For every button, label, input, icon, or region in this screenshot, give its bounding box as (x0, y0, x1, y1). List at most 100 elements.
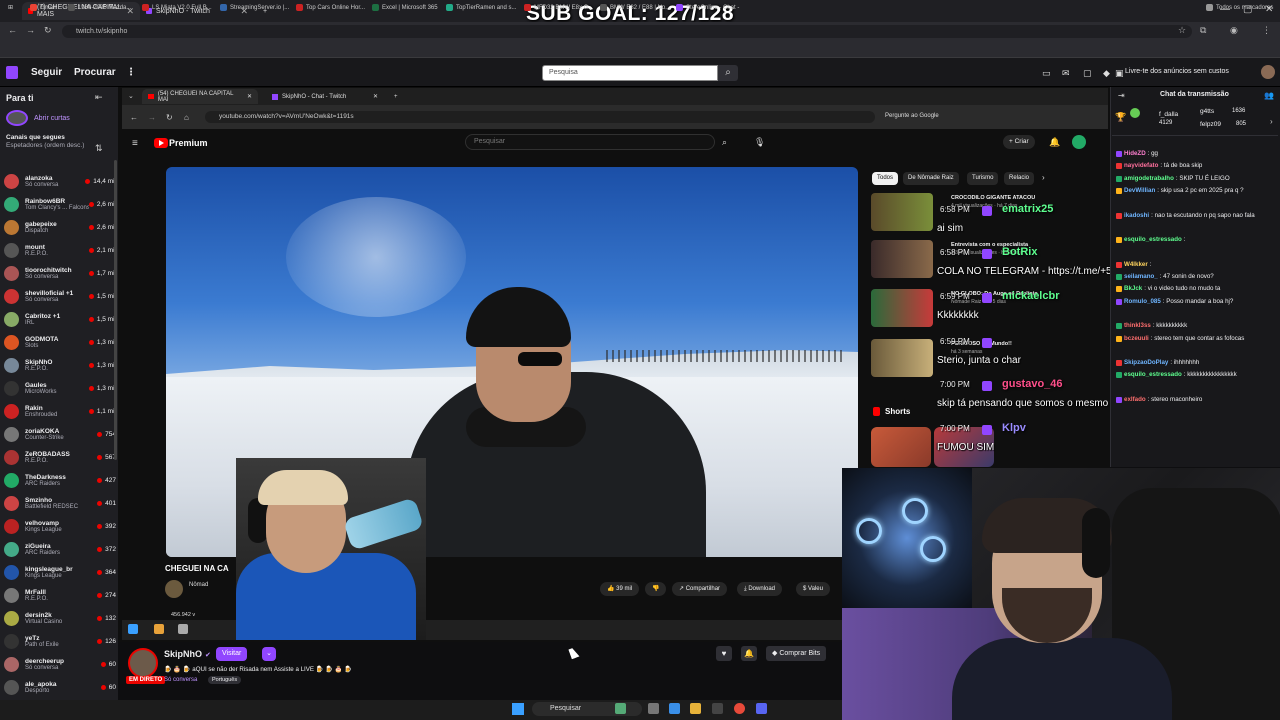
chat-username[interactable]: HideZD (1124, 148, 1146, 160)
twitch-logo-icon[interactable] (6, 66, 18, 79)
like-button[interactable]: 👍 39 mil (600, 582, 640, 596)
avatar[interactable] (128, 648, 158, 678)
chevron-right-icon[interactable]: › (1270, 117, 1273, 126)
chat-username[interactable]: seilamano_ (1124, 271, 1158, 283)
bookmark-item[interactable]: Top Cars Online Hor... (296, 4, 365, 11)
hamburger-menu-icon[interactable]: ≡ (132, 138, 138, 149)
gifter-name[interactable]: felpz09 (1200, 121, 1221, 128)
chip-channel[interactable]: De Nômade Raiz (903, 172, 959, 185)
buy-bits-button[interactable]: ◆ Comprar Bits (766, 646, 827, 661)
prime-icon[interactable]: ▣ (1115, 68, 1124, 79)
channel-name[interactable]: Nômad (189, 582, 208, 588)
share-button[interactable]: ↗ Compartilhar (672, 582, 728, 596)
inner-tab-youtube[interactable]: (54) CHEGUEI NA CAPITAL MAI ✕ (142, 89, 258, 104)
discord-icon[interactable] (756, 703, 767, 714)
sidebar-channel[interactable]: deercheerup Só conversa 60 (4, 653, 116, 676)
chat-username[interactable]: nayvidefato (1124, 160, 1158, 172)
new-tab-button[interactable]: + (388, 89, 404, 104)
menu-icon[interactable]: ⋮ (1262, 25, 1271, 36)
bookmark-item[interactable]: LS Miata V2.0 Full B... (142, 4, 212, 11)
users-icon[interactable]: 👥 (1264, 91, 1274, 100)
bell-icon[interactable]: 🔔 (741, 646, 757, 661)
collapse-chat-icon[interactable]: ⇥ (1118, 91, 1125, 100)
store-icon[interactable] (712, 703, 723, 714)
chat-username[interactable]: Romulo_085 (1124, 296, 1161, 308)
chip-all[interactable]: Todos (872, 172, 899, 185)
download-button[interactable]: ⤓ Download (737, 582, 783, 596)
bookmark-star-icon[interactable]: ☆ (1178, 25, 1186, 36)
dislike-button[interactable]: 👎 (645, 582, 667, 596)
inbox-icon[interactable]: ✉ (1062, 68, 1070, 79)
sidebar-channel[interactable]: Smzinho Battlefield REDSEC 401 (4, 492, 116, 515)
bits-icon[interactable]: ◆ (1103, 68, 1110, 79)
sidebar-channel[interactable]: ale_apoka Desporto 60 (4, 676, 116, 699)
channel-name[interactable]: SkipNhO (164, 649, 202, 659)
sidebar-channel[interactable]: gabepeixe Dispatch 2,6 mil (4, 216, 116, 239)
chrome-icon[interactable] (734, 703, 745, 714)
more-icon[interactable]: ⋮ (126, 67, 136, 78)
bookmark-item[interactable]: BMW E82 / E88 | No... (600, 4, 670, 11)
channel-avatar[interactable] (165, 580, 183, 598)
sidebar-channel[interactable]: velhovamp Kings League 392 (4, 515, 116, 538)
youtube-search-input[interactable]: Pesquisar (465, 134, 715, 150)
sidebar-channel[interactable]: zoriaKOKA Counter-Strike 754 (4, 423, 116, 446)
bookmark-item[interactable]: TopTierRamen and s... (446, 4, 516, 11)
chat-username[interactable]: SkipzaoDoPlay (1124, 357, 1168, 369)
collapse-sidebar-icon[interactable]: ⇤ (95, 92, 103, 103)
tab-search-icon[interactable]: ⌄ (128, 92, 134, 100)
url-field[interactable]: twitch.tv/skipnho (62, 25, 1192, 38)
extensions-icon[interactable]: ⧉ (1200, 25, 1206, 36)
notifications-bell-icon[interactable]: 🔔 (1049, 137, 1060, 148)
sidebar-channel[interactable]: tioorochitwitch Só conversa 1,7 mil (4, 262, 116, 285)
home-icon[interactable]: ⌂ (184, 113, 189, 122)
chat-username[interactable]: exlfado (1124, 394, 1146, 406)
stream-category[interactable]: Só conversa (164, 677, 197, 683)
short-thumbnail[interactable] (871, 427, 931, 467)
close-icon[interactable]: ✕ (247, 93, 252, 100)
forward-icon[interactable]: → (148, 113, 156, 122)
sidebar-channel[interactable]: GODMOTA Slots 1,3 mil (4, 331, 116, 354)
chat-username[interactable]: amigodetrabalho (1124, 173, 1174, 185)
back-icon[interactable]: ← (8, 25, 17, 35)
sidebar-channel[interactable]: Gaules MicroWorks 1,3 mil (4, 377, 116, 400)
open-clips-button[interactable]: Abrir curtas (6, 110, 112, 126)
chat-username[interactable]: W4lkker (1124, 259, 1148, 271)
sort-icon[interactable]: ⇅ (95, 143, 103, 154)
search-icon[interactable]: ⌕ (722, 137, 727, 148)
profile-icon[interactable]: ◉ (1230, 25, 1238, 36)
chevron-right-icon[interactable]: › (1042, 173, 1045, 182)
bookmark-item[interactable]: 1989-2005 Mazda... (68, 4, 131, 11)
avatar[interactable] (1261, 65, 1275, 79)
chat-username[interactable]: esquilo_estressado (1124, 234, 1182, 246)
sidebar-channel[interactable]: Rainbow6BRTom Clancy's ... Falcons v...2… (4, 193, 116, 216)
sidebar-channel[interactable]: yeTz Path of Exile 126 (4, 630, 116, 653)
sidebar-channel[interactable]: Rakin Enshrouded 1,1 mil (4, 400, 116, 423)
notifications-icon[interactable]: ▢ (1083, 68, 1092, 79)
chevron-down-icon[interactable]: ⌄ (262, 647, 276, 661)
bookmark-item[interactable]: StreamingServer.io |... (220, 4, 289, 11)
chat-username[interactable]: esquilo_estressado (1124, 369, 1182, 381)
chat-username[interactable]: BkJck (1124, 283, 1142, 295)
sidebar-channel[interactable]: TheDarkness ARC Raiders 427 (4, 469, 116, 492)
close-icon[interactable]: ✕ (373, 93, 378, 100)
windows-start-icon[interactable] (512, 703, 524, 715)
gifter-name[interactable]: f_dalla (1159, 111, 1178, 118)
following-link[interactable]: Seguir (31, 67, 62, 78)
sidebar-channel[interactable]: mount R.E.P.O. 2,1 mil (4, 239, 116, 262)
create-button[interactable]: + Criar (1003, 135, 1035, 149)
apps-icon[interactable]: ⊞ (8, 4, 13, 11)
chat-username[interactable]: ikadoshi (1124, 210, 1149, 222)
chat-username[interactable]: bczeuuli (1124, 333, 1149, 345)
ad-free-link[interactable]: Livre-te dos anúncios sem custos (1125, 68, 1229, 75)
sidebar-channel[interactable]: SkipNhO R.E.P.O. 1,3 mil (4, 354, 116, 377)
sidebar-channel[interactable]: kingsleague_br Kings League 364 (4, 561, 116, 584)
gifter-name[interactable]: g4tts (1200, 108, 1214, 115)
heart-icon[interactable]: ♥ (716, 646, 732, 661)
browse-link[interactable]: Procurar (74, 67, 116, 78)
search-icon[interactable]: ⌕ (718, 65, 738, 81)
thanks-button[interactable]: $ Valeu (796, 582, 830, 596)
twitch-search-input[interactable]: Pesquisa (542, 65, 718, 81)
sidebar-channel[interactable]: shevilloficial +1 Só conversa 1,5 mil (4, 285, 116, 308)
widget-icon[interactable] (615, 703, 626, 714)
sidebar-channel[interactable]: ziGueira ARC Raiders 372 (4, 538, 116, 561)
